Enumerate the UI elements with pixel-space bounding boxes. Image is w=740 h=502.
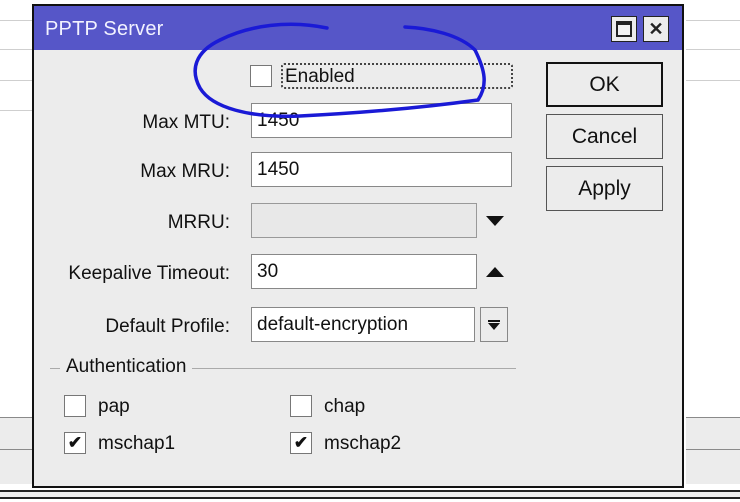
window-title: PPTP Server: [45, 18, 164, 40]
mrru-label: MRRU:: [167, 212, 230, 233]
close-icon: ✕: [648, 18, 664, 39]
background-row-line: [0, 80, 32, 81]
cancel-button[interactable]: Cancel: [546, 114, 663, 159]
enabled-checkbox[interactable]: [250, 65, 272, 87]
close-button[interactable]: ✕: [643, 16, 669, 42]
default-profile-label: Default Profile:: [105, 316, 230, 337]
arrow-down-icon[interactable]: [486, 216, 504, 226]
arrow-up-icon[interactable]: [486, 267, 504, 277]
background-row-line: [686, 80, 740, 81]
background-status-band: [686, 449, 740, 484]
default-profile-dropdown-button[interactable]: [480, 307, 508, 342]
background-status-band: [0, 417, 32, 449]
background-row-line: [0, 110, 32, 111]
chap-label[interactable]: chap: [324, 396, 365, 418]
max-mru-input[interactable]: 1450: [251, 152, 512, 187]
max-mtu-label: Max MTU:: [142, 112, 230, 133]
mschap1-check-icon: ✔: [67, 433, 83, 452]
pap-label[interactable]: pap: [98, 396, 130, 418]
default-profile-select[interactable]: default-encryption: [251, 307, 475, 342]
mschap2-check-icon: ✔: [293, 433, 309, 452]
pptp-server-dialog: PPTP Server ✕ Enabled Max MTU: 1450 Max …: [32, 4, 684, 488]
maximize-button[interactable]: [611, 16, 637, 42]
title-bar[interactable]: PPTP Server ✕: [34, 6, 682, 50]
background-row-line: [0, 20, 32, 21]
keepalive-timeout-label: Keepalive Timeout:: [68, 263, 230, 284]
background-row-line: [0, 49, 32, 50]
authentication-group-title: Authentication: [60, 356, 193, 378]
background-status-band: [0, 449, 32, 484]
enabled-label[interactable]: Enabled: [285, 66, 355, 88]
mschap2-checkbox[interactable]: ✔: [290, 432, 312, 454]
maximize-icon: [616, 21, 632, 37]
dropdown-icon-arrow: [488, 322, 500, 330]
mrru-input[interactable]: [251, 203, 477, 238]
background-row-line: [686, 20, 740, 21]
background-bottom-bar: [0, 497, 740, 502]
max-mtu-input[interactable]: 1450: [251, 103, 512, 138]
mschap1-label[interactable]: mschap1: [98, 433, 175, 455]
background-status-band: [686, 417, 740, 449]
chap-checkbox[interactable]: [290, 395, 312, 417]
ok-button[interactable]: OK: [546, 62, 663, 107]
background-row-line: [686, 49, 740, 50]
max-mru-label: Max MRU:: [140, 161, 230, 182]
mschap1-checkbox[interactable]: ✔: [64, 432, 86, 454]
pap-checkbox[interactable]: [64, 395, 86, 417]
mschap2-label[interactable]: mschap2: [324, 433, 401, 455]
apply-button[interactable]: Apply: [546, 166, 663, 211]
dropdown-icon: [488, 319, 500, 322]
keepalive-timeout-input[interactable]: 30: [251, 254, 477, 289]
